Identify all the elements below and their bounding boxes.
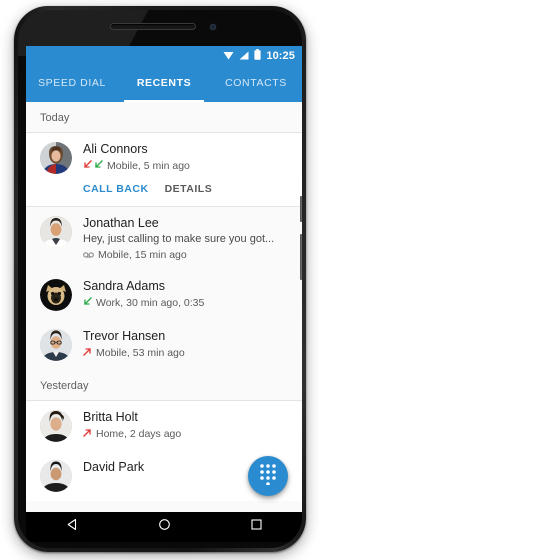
call-meta-text: Mobile, 53 min ago <box>96 346 185 359</box>
power-button[interactable] <box>300 196 302 222</box>
call-meta-text: Home, 2 days ago <box>96 427 182 440</box>
call-meta-text: Mobile, 5 min ago <box>107 159 190 172</box>
section-header-yesterday: Yesterday <box>26 370 302 401</box>
list-item[interactable]: Sandra Adams Work, 30 min ago, 0:35 <box>26 270 302 321</box>
recents-button[interactable] <box>228 512 284 542</box>
outgoing-arrow-icon <box>83 428 92 440</box>
list-item[interactable]: Britta Holt Home, 2 days ago <box>26 401 302 452</box>
received-incoming-arrow-icon <box>94 159 103 172</box>
contact-name: Trevor Hansen <box>83 329 166 344</box>
cellular-signal-icon <box>239 47 249 65</box>
dialpad-fab[interactable] <box>248 456 288 496</box>
list-item[interactable]: Ali Connors Mobile, 5 min ago CALL BACK … <box>26 133 302 206</box>
list-item[interactable]: Trevor Hansen Mobile, 53 min ago <box>26 320 302 371</box>
list-item-actions: CALL BACK DETAILS <box>83 183 288 195</box>
status-bar: 10:25 <box>26 46 302 66</box>
call-meta: Mobile, 53 min ago <box>83 347 288 359</box>
phone-bezel: 10:25 SPEED DIAL RECENTS CONTACTS Today <box>18 10 302 548</box>
home-button[interactable] <box>136 512 192 542</box>
volume-button[interactable] <box>300 234 302 280</box>
earpiece-speaker <box>110 23 196 30</box>
screenshot-stage: 10:25 SPEED DIAL RECENTS CONTACTS Today <box>0 0 560 560</box>
call-type-icons <box>83 159 103 172</box>
list-item-body: Jonathan Lee Hey, just calling to make s… <box>83 216 288 261</box>
details-button[interactable]: DETAILS <box>165 183 213 195</box>
call-type-icons <box>83 249 94 261</box>
call-type-icons <box>83 428 92 440</box>
status-bar-clock: 10:25 <box>266 49 295 62</box>
contact-name: Jonathan Lee <box>83 215 159 230</box>
list-item-body: Britta Holt Home, 2 days ago <box>83 410 288 440</box>
tab-contacts[interactable]: CONTACTS <box>210 66 302 102</box>
contact-name: Sandra Adams <box>83 279 165 294</box>
outgoing-arrow-icon <box>83 347 92 359</box>
front-camera-icon <box>210 24 216 30</box>
avatar <box>40 215 72 248</box>
avatar <box>40 460 72 493</box>
received-incoming-arrow-icon <box>83 296 92 309</box>
call-type-icons <box>83 347 92 359</box>
section-header-today: Today <box>26 102 302 132</box>
list-item-body: Trevor Hansen Mobile, 53 min ago <box>83 329 288 359</box>
call-meta: Work, 30 min ago, 0:35 <box>83 297 288 309</box>
phone-screen: 10:25 SPEED DIAL RECENTS CONTACTS Today <box>26 46 302 512</box>
avatar <box>40 142 72 174</box>
avatar <box>40 279 72 312</box>
list-item-body: Ali Connors Mobile, 5 min ago CALL BACK … <box>83 142 288 197</box>
tab-speed-dial[interactable]: SPEED DIAL <box>26 66 118 102</box>
android-navigation-bar <box>26 512 302 542</box>
wifi-icon <box>223 47 234 65</box>
back-button[interactable] <box>44 512 100 542</box>
avatar <box>40 329 72 362</box>
call-meta-text: Mobile, 15 min ago <box>98 249 187 262</box>
avatar <box>40 410 72 443</box>
voicemail-icon <box>83 249 94 261</box>
call-meta: Mobile, 15 min ago <box>83 249 288 261</box>
list-item-body: Sandra Adams Work, 30 min ago, 0:35 <box>83 279 288 309</box>
call-meta-text: Work, 30 min ago, 0:35 <box>96 296 205 309</box>
phone-device: 10:25 SPEED DIAL RECENTS CONTACTS Today <box>14 6 306 552</box>
missed-incoming-arrow-icon <box>83 159 92 172</box>
home-icon <box>158 518 171 536</box>
call-type-icons <box>83 296 92 309</box>
call-meta: Mobile, 5 min ago <box>83 160 288 172</box>
list-item[interactable]: Jonathan Lee Hey, just calling to make s… <box>26 206 302 271</box>
call-back-button[interactable]: CALL BACK <box>83 183 149 195</box>
call-meta: Home, 2 days ago <box>83 428 288 440</box>
dialpad-icon <box>259 463 277 490</box>
contact-name: Ali Connors <box>83 142 148 156</box>
recents-icon <box>250 518 263 536</box>
back-icon <box>66 518 79 536</box>
contact-name: Britta Holt <box>83 410 138 425</box>
battery-icon <box>254 47 261 65</box>
tab-bar: SPEED DIAL RECENTS CONTACTS <box>26 66 302 102</box>
message-snippet: Hey, just calling to make sure you got..… <box>83 233 275 246</box>
recents-list[interactable]: Today Ali Connors Mobile, 5 min ago CALL… <box>26 102 302 512</box>
tab-recents[interactable]: RECENTS <box>118 66 210 102</box>
